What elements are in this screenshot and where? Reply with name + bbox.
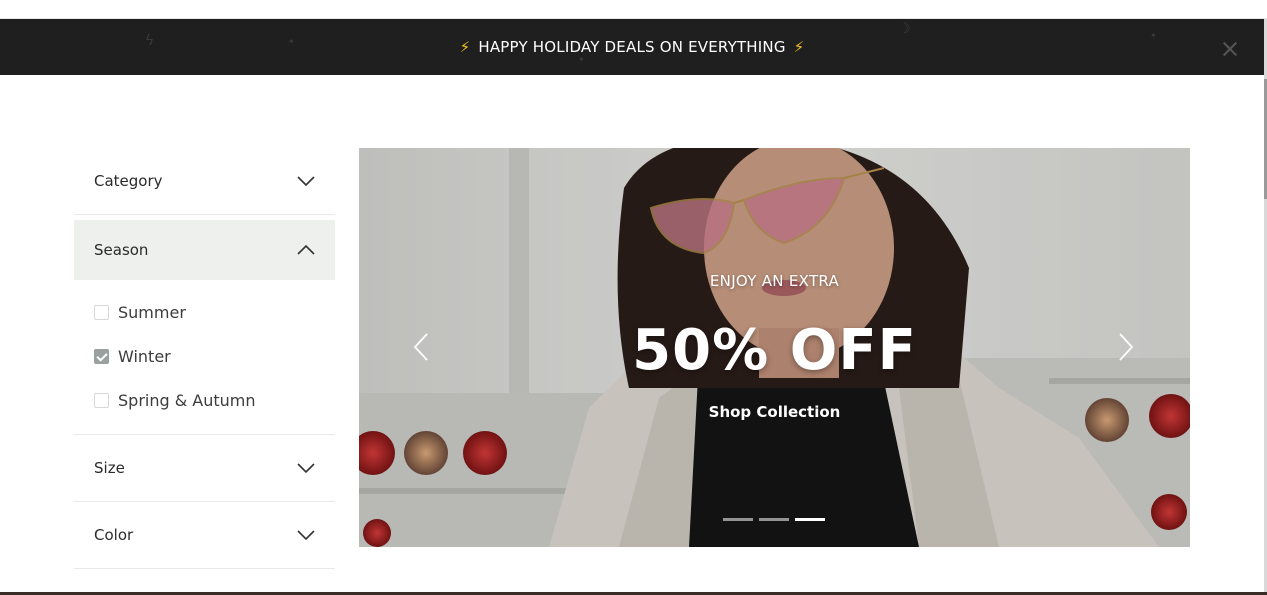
filter-title: Size	[94, 459, 125, 477]
chevron-down-icon	[297, 176, 315, 186]
announcement-text: ⚡ HAPPY HOLIDAY DEALS ON EVERYTHING ⚡	[460, 38, 805, 56]
checkbox[interactable]	[94, 392, 109, 408]
announcement-bar: ϟ ✦ ✦ ✦ ☽ ⚡ HAPPY HOLIDAY DEALS ON EVERY…	[0, 19, 1264, 75]
chevron-down-icon	[297, 463, 315, 473]
filter-toggle-size[interactable]: Size	[74, 435, 335, 501]
filter-toggle-category[interactable]: Category	[74, 148, 335, 214]
hero-eyebrow: ENJOY AN EXTRA	[709, 272, 840, 290]
slide-dot-3-active[interactable]	[795, 518, 825, 521]
filter-group-category: Category	[74, 148, 335, 215]
option-label: Winter	[118, 346, 171, 366]
hero-headline: 50% OFF	[632, 318, 917, 383]
lightning-icon: ⚡	[793, 38, 805, 56]
slide-dot-2[interactable]	[759, 518, 789, 521]
chevron-left-icon[interactable]	[411, 332, 431, 362]
checkbox[interactable]	[94, 304, 109, 320]
checkbox-checked[interactable]	[94, 348, 109, 364]
filter-sidebar: Category Season Summer Winter Spring & A…	[74, 148, 335, 569]
hero-slider[interactable]: ENJOY AN EXTRA 50% OFF Shop Collection	[359, 148, 1190, 547]
option-label: Spring & Autumn	[118, 390, 256, 410]
season-option-winter[interactable]: Winter	[94, 334, 335, 378]
option-label: Summer	[118, 302, 186, 322]
hero-content: ENJOY AN EXTRA 50% OFF Shop Collection	[359, 148, 1190, 547]
filter-title: Category	[94, 172, 163, 190]
decor-moon-icon: ☽	[898, 21, 911, 37]
filter-group-color: Color	[74, 502, 335, 569]
filter-title: Color	[94, 526, 134, 544]
lightning-icon: ⚡	[459, 38, 471, 56]
shop-collection-link[interactable]: Shop Collection	[359, 403, 1190, 421]
slide-dot-1[interactable]	[723, 518, 753, 521]
season-option-spring-autumn[interactable]: Spring & Autumn	[94, 378, 335, 422]
close-icon[interactable]	[1222, 41, 1238, 57]
chevron-up-icon	[297, 245, 315, 255]
decor-star-icon: ✦	[1150, 31, 1157, 40]
decor-star-icon: ✦	[288, 37, 295, 46]
season-option-summer[interactable]: Summer	[94, 290, 335, 334]
decor-star-icon: ✦	[578, 55, 585, 64]
page: ϟ ✦ ✦ ✦ ☽ ⚡ HAPPY HOLIDAY DEALS ON EVERY…	[0, 0, 1267, 595]
slide-indicators	[723, 518, 825, 521]
filter-toggle-color[interactable]: Color	[74, 502, 335, 568]
filter-group-size: Size	[74, 435, 335, 502]
chevron-down-icon	[297, 530, 315, 540]
browser-top-strip	[0, 0, 1267, 19]
filter-group-season: Season Summer Winter Spring & Autumn	[74, 220, 335, 435]
announcement-message: HAPPY HOLIDAY DEALS ON EVERYTHING	[478, 38, 786, 56]
filter-title: Season	[94, 241, 149, 259]
chevron-right-icon[interactable]	[1116, 332, 1136, 362]
season-options: Summer Winter Spring & Autumn	[74, 280, 335, 434]
filter-toggle-season[interactable]: Season	[74, 220, 335, 280]
decor-swirl-icon: ϟ	[145, 33, 155, 49]
